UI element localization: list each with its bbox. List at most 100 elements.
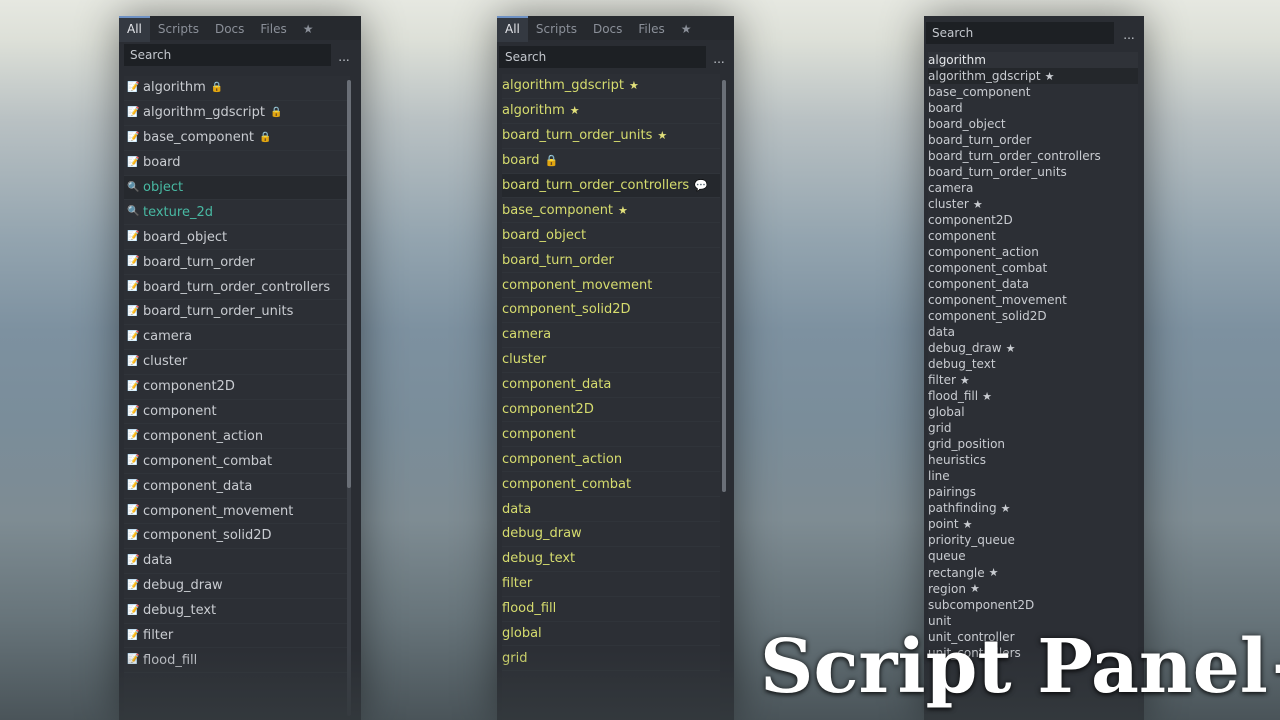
tab-docs[interactable]: Docs (585, 16, 630, 40)
list-item[interactable]: pairings (928, 484, 1138, 500)
list-item[interactable]: flood_fill ★ (928, 388, 1138, 404)
list-item[interactable]: camera (502, 323, 720, 348)
list-item[interactable]: board_turn_order_controllers (928, 148, 1138, 164)
more-options-button[interactable]: ... (1119, 24, 1139, 46)
list-item[interactable]: 📝 board_object (124, 225, 350, 251)
list-item[interactable]: global (928, 404, 1138, 420)
list-item[interactable]: 📝 component_action (124, 424, 350, 450)
scrollbar[interactable] (722, 80, 726, 492)
tab-files[interactable]: Files (252, 16, 294, 40)
list-item[interactable]: grid_position (928, 436, 1138, 452)
list-item[interactable]: subcomponent2D (928, 597, 1138, 613)
list-item[interactable]: line (928, 468, 1138, 484)
list-item[interactable]: board (928, 100, 1138, 116)
list-item[interactable]: filter ★ (928, 372, 1138, 388)
search-input[interactable]: Search (926, 22, 1114, 44)
list-item[interactable]: 📝 board_turn_order_units (124, 300, 350, 325)
list-item[interactable]: component_solid2D (502, 298, 720, 323)
list-item[interactable]: 🔍 object (124, 175, 350, 201)
list-item[interactable]: 📝 component_data (124, 474, 350, 500)
tab-all[interactable]: All (497, 16, 528, 42)
list-item[interactable]: camera (928, 180, 1138, 196)
list-item[interactable]: 🔍 texture_2d (124, 200, 350, 226)
list-item[interactable]: component_combat (928, 260, 1138, 276)
list-item[interactable]: 📝 component (124, 400, 350, 425)
list-item[interactable]: queue (928, 548, 1138, 564)
list-item[interactable]: 📝 component_movement (124, 499, 350, 525)
list-item[interactable]: component_action (502, 447, 720, 473)
list-item[interactable]: debug_draw (502, 522, 720, 547)
tab-scripts[interactable]: Scripts (150, 16, 207, 40)
list-item[interactable]: component2D (502, 398, 720, 423)
scrollbar[interactable] (347, 80, 351, 716)
list-item[interactable]: board_turn_order_controllers 💬 (502, 173, 720, 199)
list-item[interactable]: base_component (928, 84, 1138, 100)
list-item[interactable]: debug_draw ★ (928, 340, 1138, 356)
list-item[interactable]: 📝 camera (124, 325, 350, 350)
list-item[interactable]: component (928, 228, 1138, 244)
list-item[interactable]: region ★ (928, 581, 1138, 597)
list-item[interactable]: cluster (502, 348, 720, 373)
list-item[interactable]: 📝 component_combat (124, 449, 350, 475)
list-item[interactable]: base_component ★ (502, 198, 720, 224)
list-item[interactable]: algorithm_gdscript ★ (928, 68, 1138, 85)
tab-favorites[interactable]: ★ (295, 16, 322, 40)
tab-favorites[interactable]: ★ (673, 16, 700, 40)
list-item[interactable]: global (502, 622, 720, 647)
list-item[interactable]: board 🔒 (502, 149, 720, 174)
scrollbar-thumb[interactable] (347, 80, 351, 488)
list-item[interactable]: 📝 debug_text (124, 599, 350, 624)
list-item[interactable]: heuristics (928, 452, 1138, 468)
list-item[interactable]: 📝 board_turn_order (124, 250, 350, 276)
list-item[interactable]: cluster ★ (928, 196, 1138, 212)
list-item[interactable]: component_movement (928, 292, 1138, 308)
list-item[interactable]: component (502, 422, 720, 448)
list-item[interactable]: component_data (928, 276, 1138, 292)
list-item[interactable]: board_turn_order (928, 132, 1138, 148)
list-item[interactable]: data (928, 324, 1138, 340)
more-options-button[interactable]: ... (709, 48, 729, 70)
list-item[interactable]: filter (502, 572, 720, 597)
list-item[interactable]: pathfinding ★ (928, 500, 1138, 516)
list-item[interactable]: board_turn_order_units ★ (502, 124, 720, 149)
tab-scripts[interactable]: Scripts (528, 16, 585, 40)
list-item[interactable]: 📝 component_solid2D (124, 524, 350, 549)
tab-all[interactable]: All (119, 16, 150, 42)
list-item[interactable]: 📝 base_component 🔒 (124, 126, 350, 151)
scrollbar-thumb[interactable] (722, 80, 726, 492)
list-item[interactable]: component_solid2D (928, 308, 1138, 324)
list-item[interactable]: debug_text (928, 356, 1138, 372)
list-item[interactable]: 📝 cluster (124, 350, 350, 375)
list-item[interactable]: grid (928, 420, 1138, 436)
list-item[interactable]: board_object (928, 116, 1138, 132)
search-input[interactable]: Search (499, 46, 706, 68)
more-options-button[interactable]: ... (334, 46, 354, 68)
list-item[interactable]: algorithm_gdscript ★ (502, 74, 720, 99)
list-item[interactable]: priority_queue (928, 532, 1138, 548)
tab-docs[interactable]: Docs (207, 16, 252, 40)
list-item[interactable]: grid (502, 646, 720, 672)
list-item[interactable]: point ★ (928, 516, 1138, 532)
list-item[interactable]: component_combat (502, 472, 720, 498)
list-item[interactable]: component_data (502, 373, 720, 398)
list-item[interactable]: 📝 board (124, 151, 350, 176)
list-item[interactable]: 📝 filter (124, 624, 350, 649)
list-item[interactable]: 📝 data (124, 549, 350, 574)
list-item[interactable]: flood_fill (502, 597, 720, 622)
list-item[interactable]: 📝 debug_draw (124, 574, 350, 599)
list-item[interactable]: 📝 flood_fill (124, 648, 350, 674)
list-item[interactable]: rectangle ★ (928, 565, 1138, 581)
list-item[interactable]: 📝 algorithm 🔒 (124, 76, 350, 101)
list-item[interactable]: algorithm ★ (502, 99, 720, 124)
list-item[interactable]: debug_text (502, 547, 720, 572)
list-item[interactable]: board_object (502, 223, 720, 249)
list-item[interactable]: algorithm (928, 52, 1138, 69)
list-item[interactable]: board_turn_order (502, 248, 720, 274)
list-item[interactable]: 📝 algorithm_gdscript 🔒 (124, 101, 350, 126)
list-item[interactable]: 📝 board_turn_order_controllers (124, 275, 350, 301)
list-item[interactable]: component_action (928, 244, 1138, 260)
tab-files[interactable]: Files (630, 16, 672, 40)
list-item[interactable]: board_turn_order_units (928, 164, 1138, 180)
list-item[interactable]: component_movement (502, 273, 720, 299)
list-item[interactable]: data (502, 497, 720, 523)
